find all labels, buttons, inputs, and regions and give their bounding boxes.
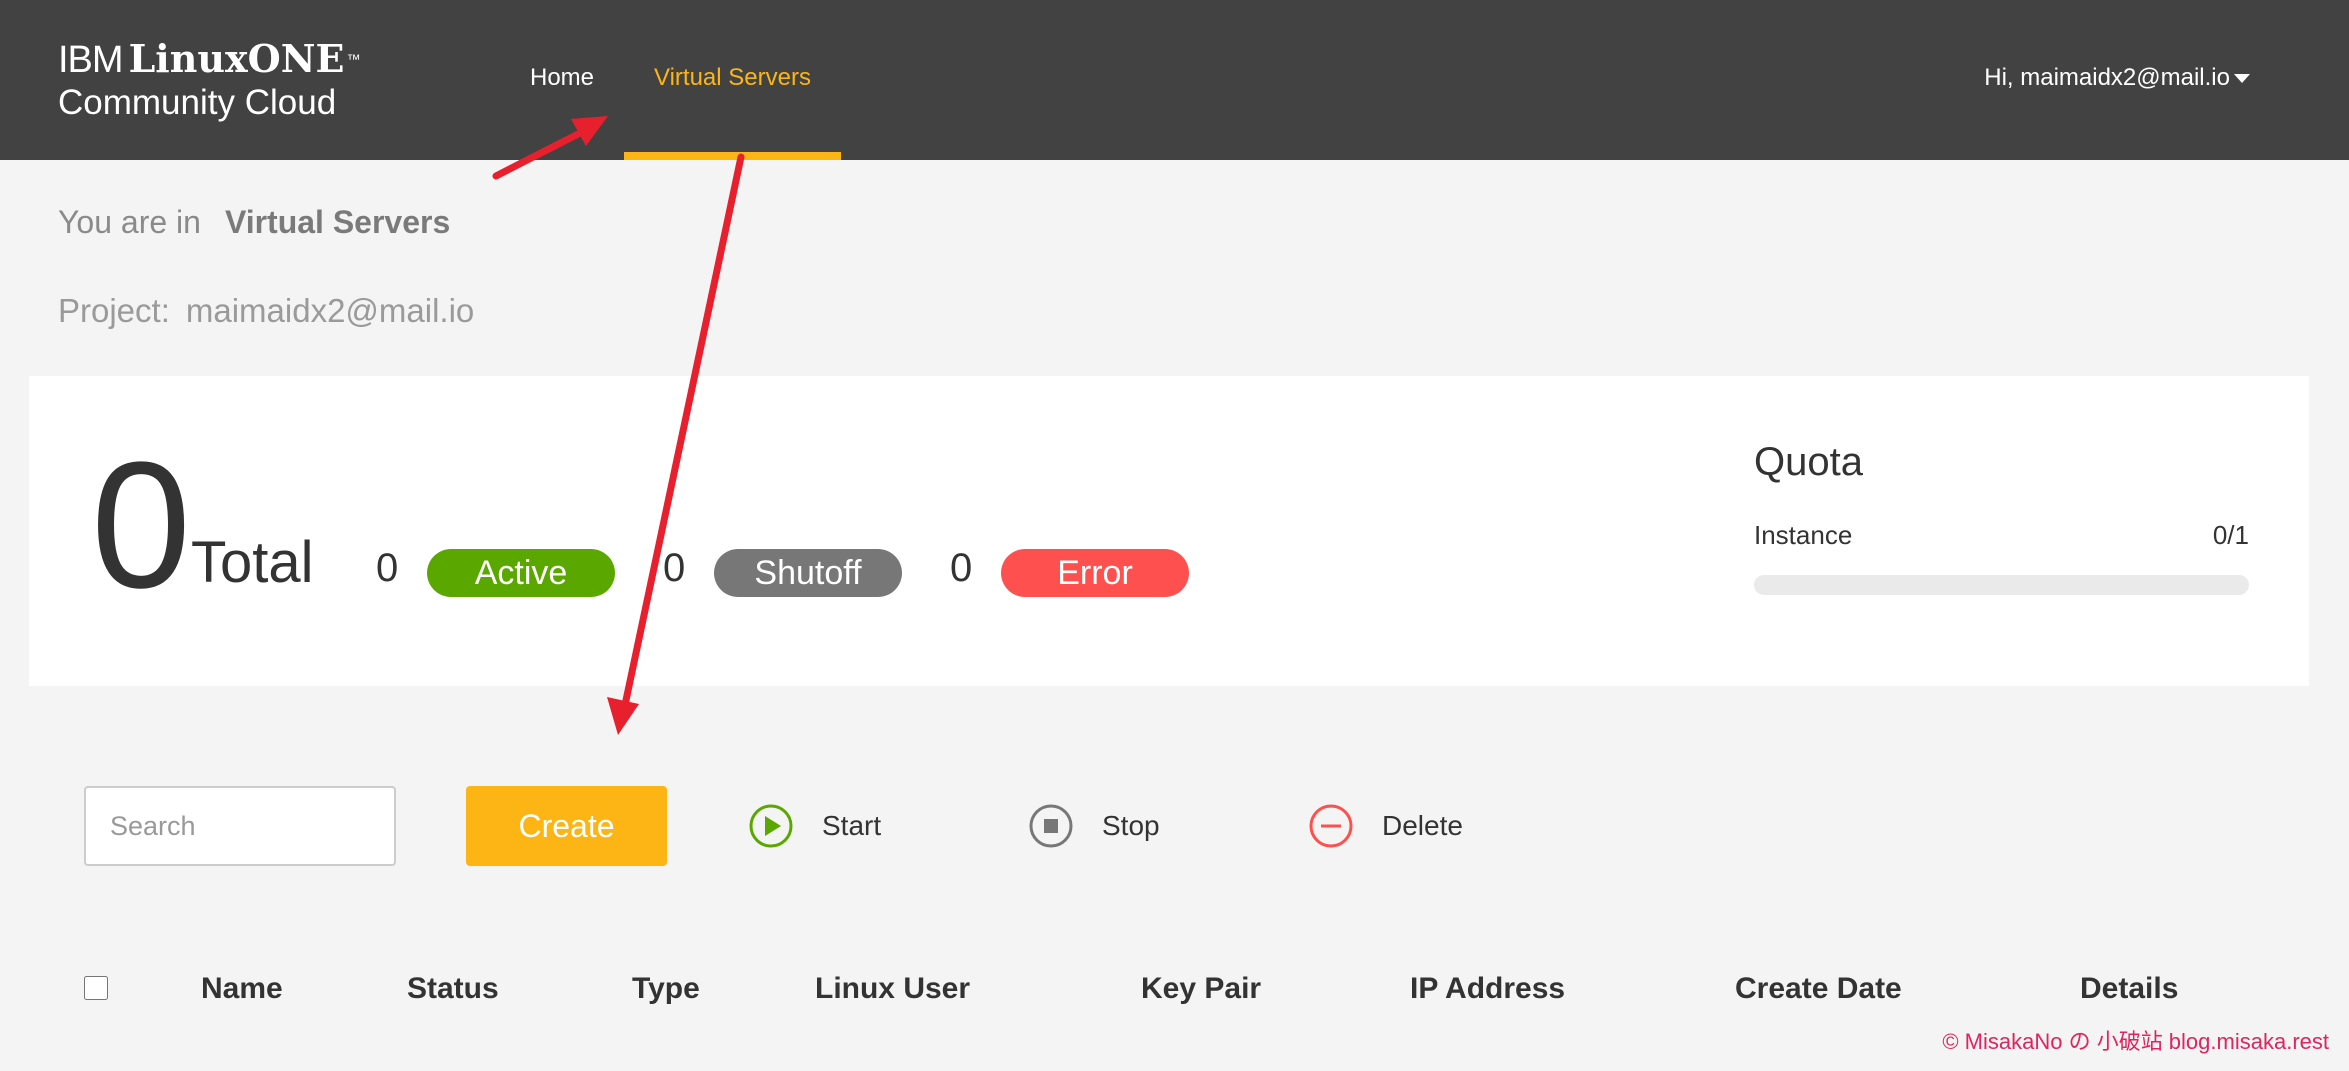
search-input[interactable] [84,786,396,866]
ibm-linuxone-logo[interactable]: IBM LinuxONE ™ Community Cloud [58,36,360,123]
summary-panel: 0 Total 0 Active 0 Shutoff 0 Error Quota… [29,376,2309,686]
error-status-badge: Error [1001,549,1189,597]
column-header-name[interactable]: Name [201,972,283,1006]
column-header-key-pair[interactable]: Key Pair [1141,972,1261,1006]
shutoff-status-badge: Shutoff [714,549,902,597]
start-label: Start [822,810,882,841]
logo-trademark: ™ [346,51,361,67]
column-header-create-date[interactable]: Create Date [1735,972,1902,1006]
column-header-linux-user[interactable]: Linux User [815,972,970,1006]
active-nav-indicator [624,152,841,160]
shutoff-count: 0 [663,546,686,590]
delete-button[interactable]: Delete [1308,803,1463,849]
create-button[interactable]: Create [466,786,667,866]
annotation-arrowhead-create [607,697,639,735]
watermark: © MisakaNo の 小破站 blog.misaka.rest [1942,1029,2329,1054]
project-info: Project: maimaidx2@mail.io [58,292,474,330]
select-all-checkbox[interactable] [84,976,108,1000]
logo-ibm-text: IBM [58,39,124,81]
quota-progress-bar [1754,575,2249,595]
error-count: 0 [950,546,973,590]
project-label: Project: [58,292,170,329]
active-count: 0 [376,546,399,590]
top-header: IBM LinuxONE ™ Community Cloud Home Virtua… [0,0,2349,160]
quota-title: Quota [1754,440,1863,484]
nav-virtual-servers[interactable]: Virtual Servers [654,64,811,92]
nav-home[interactable]: Home [530,64,594,92]
total-count: 0 [91,425,192,626]
breadcrumb-prefix: You are in [58,204,201,240]
quota-instance-label: Instance [1754,520,1853,550]
total-label: Total [191,530,314,595]
breadcrumb-current: Virtual Servers [224,204,451,240]
project-value: maimaidx2@mail.io [185,292,475,329]
column-header-ip-address[interactable]: IP Address [1410,972,1565,1006]
column-header-details[interactable]: Details [2080,972,2178,1006]
delete-label: Delete [1382,810,1463,841]
play-circle-icon [749,804,793,848]
table-header: Name Status Type Linux User Key Pair IP … [0,968,2349,1010]
caret-down-icon [2234,74,2250,84]
stop-circle-icon [1029,804,1073,848]
active-status-badge: Active [427,549,615,597]
breadcrumb: You are in Virtual Servers [58,204,450,241]
minus-circle-icon [1309,804,1353,848]
stop-button[interactable]: Stop [1028,803,1160,849]
column-header-status[interactable]: Status [407,972,499,1006]
start-button[interactable]: Start [748,803,881,849]
column-header-type[interactable]: Type [632,972,700,1006]
quota-instance-value: 0/1 [2212,520,2249,550]
user-menu[interactable]: Hi, maimaidx2@mail.io [1984,64,2250,92]
user-greeting: Hi, maimaidx2@mail.io [1984,64,2230,91]
logo-linuxone-text: LinuxONE [128,36,345,81]
stop-label: Stop [1102,810,1160,841]
logo-subtitle: Community Cloud [58,83,337,122]
